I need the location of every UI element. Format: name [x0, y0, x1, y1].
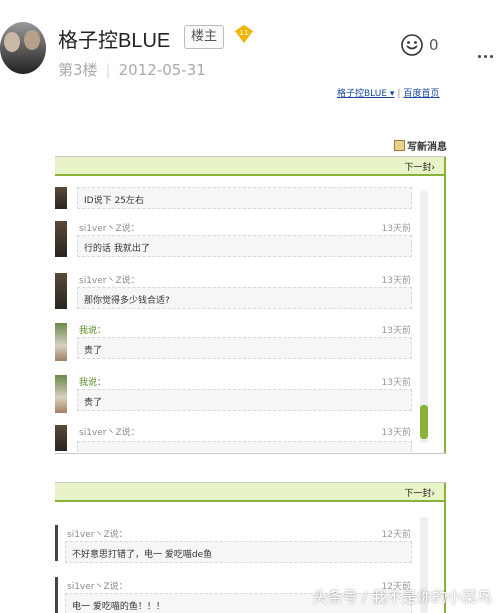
avatar[interactable]: [0, 22, 46, 74]
sender-avatar: [55, 323, 67, 361]
username[interactable]: 格子控BLUE: [58, 24, 170, 53]
message-sender: si1ver丶Z说：: [79, 428, 140, 438]
sender-avatar: [55, 425, 67, 451]
floor-number: 第3楼: [58, 61, 98, 79]
message-text: 贵了: [77, 337, 412, 359]
more-icon[interactable]: [478, 43, 496, 62]
sender-avatar: [55, 187, 67, 209]
message-sender: si1ver丶Z说：: [79, 276, 140, 286]
message-text: [77, 441, 412, 452]
baidu-home-link[interactable]: 百度首页: [403, 89, 439, 99]
owner-badge: 楼主: [184, 25, 225, 49]
like-count: 0: [429, 36, 439, 54]
next-message-button[interactable]: 下一封›: [404, 486, 435, 499]
message-panel-1: 下一封› ID说下 25左右 si1ver丶Z说： 13天前 行的话 我就出了 …: [55, 156, 446, 454]
message-text: ID说下 25左右: [77, 187, 412, 209]
message-time: 13天前: [381, 224, 411, 234]
sender-avatar: [55, 375, 67, 413]
watermark: 头条号 / 我不是你的小菜鸟: [312, 588, 492, 606]
message-time: 13天前: [381, 378, 411, 388]
message-sender: si1ver丶Z说：: [67, 530, 128, 540]
message-text: 行的话 我就出了: [77, 235, 412, 257]
scrollbar-thumb[interactable]: [420, 405, 428, 439]
next-message-button[interactable]: 下一封›: [404, 160, 435, 173]
message-sender: 我说：: [79, 326, 107, 336]
message-time: 13天前: [381, 428, 411, 438]
floor-meta: 第3楼 | 2012-05-31: [58, 61, 206, 79]
top-links: 格子控BLUE ▾ | 百度首页: [337, 89, 440, 99]
post-date: 2012-05-31: [118, 61, 206, 79]
user-menu-link[interactable]: 格子控BLUE ▾: [337, 89, 394, 99]
pencil-icon: [394, 140, 405, 151]
message-time: 12天前: [381, 530, 411, 540]
message-time: 13天前: [381, 276, 411, 286]
scrollbar[interactable]: [420, 191, 428, 443]
message-text: 那你觉得多少钱合适?: [77, 287, 412, 309]
svg-text:11: 11: [240, 29, 249, 37]
compose-button[interactable]: 写新消息: [394, 138, 447, 153]
message-time: 13天前: [381, 326, 411, 336]
level-badge: 11: [235, 25, 253, 43]
sender-avatar: [55, 525, 58, 561]
sender-avatar: [55, 577, 58, 613]
message-text: 贵了: [77, 389, 412, 411]
sender-avatar: [55, 273, 67, 309]
message-sender: si1ver丶Z说：: [67, 582, 128, 592]
message-text: 不好意思打错了，电一 爱吃喵de鱼: [65, 541, 412, 563]
like-icon[interactable]: [399, 32, 425, 58]
message-sender: si1ver丶Z说：: [79, 224, 140, 234]
message-sender: 我说：: [79, 378, 107, 388]
sender-avatar: [55, 221, 67, 257]
